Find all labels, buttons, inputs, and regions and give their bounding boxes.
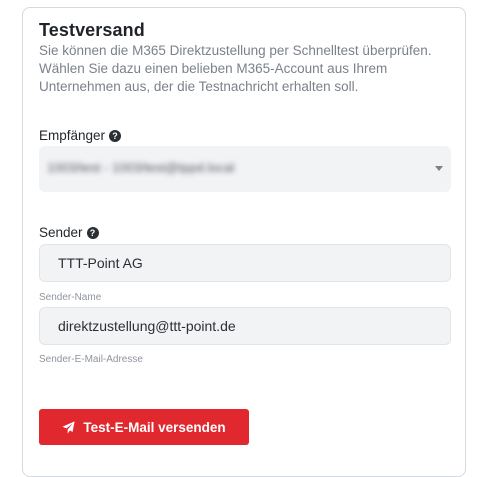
send-test-email-label: Test-E-Mail versenden (83, 419, 226, 435)
help-icon[interactable]: ? (86, 226, 99, 239)
sender-name-input[interactable] (39, 244, 451, 282)
sender-label-row: Sender ? (39, 225, 99, 240)
paper-plane-icon (62, 420, 75, 434)
test-send-card: Testversand Sie können die M365 Direktzu… (22, 7, 466, 477)
chevron-down-icon (435, 166, 443, 171)
send-test-email-button[interactable]: Test-E-Mail versenden (39, 409, 249, 445)
sender-label: Sender (39, 225, 83, 240)
sender-email-hint: Sender-E-Mail-Adresse (39, 354, 143, 365)
recipient-selected-value: 1003/test - 1003/test@tppd.local (47, 160, 235, 175)
recipient-label-row: Empfänger ? (39, 128, 122, 143)
sender-name-hint: Sender-Name (39, 292, 102, 303)
help-icon[interactable]: ? (109, 129, 122, 142)
recipient-select[interactable]: 1003/test - 1003/test@tppd.local (39, 146, 451, 192)
sender-email-input[interactable] (39, 307, 451, 345)
recipient-label: Empfänger (39, 128, 106, 143)
card-description: Sie können die M365 Direktzustellung per… (39, 43, 432, 94)
card-title: Testversand (39, 20, 145, 40)
